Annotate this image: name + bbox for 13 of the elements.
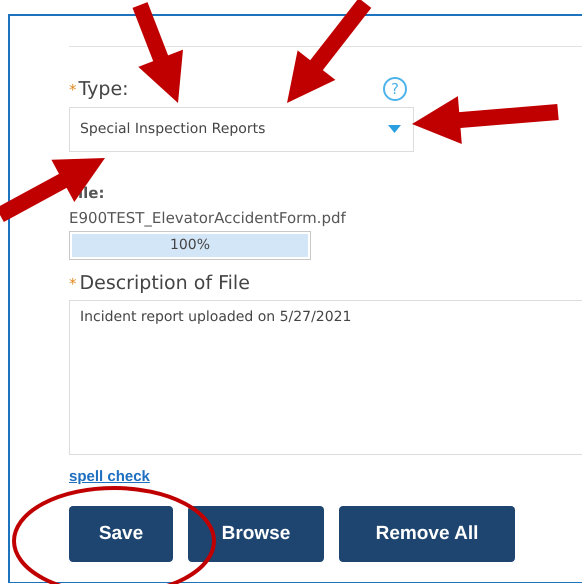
progress-text: 100%	[168, 236, 212, 254]
caret-icon	[388, 125, 401, 133]
type-dropdown[interactable]: Special Inspection Reports	[69, 106, 414, 152]
spell-check-link[interactable]: spell check	[69, 468, 150, 486]
description-label: Description of File	[80, 270, 250, 296]
remove-all-button[interactable]: Remove All	[339, 506, 515, 562]
save-button[interactable]: Save	[69, 506, 173, 562]
required-mark: *	[69, 80, 76, 101]
description-field[interactable]: Incident report uploaded on 5/27/2021	[69, 300, 582, 455]
browse-button[interactable]: Browse	[188, 506, 324, 562]
required-mark: *	[69, 274, 76, 294]
type-label: Type:	[78, 77, 129, 102]
file-name: E900TEST_ElevatorAccidentForm.pdf	[69, 208, 347, 226]
